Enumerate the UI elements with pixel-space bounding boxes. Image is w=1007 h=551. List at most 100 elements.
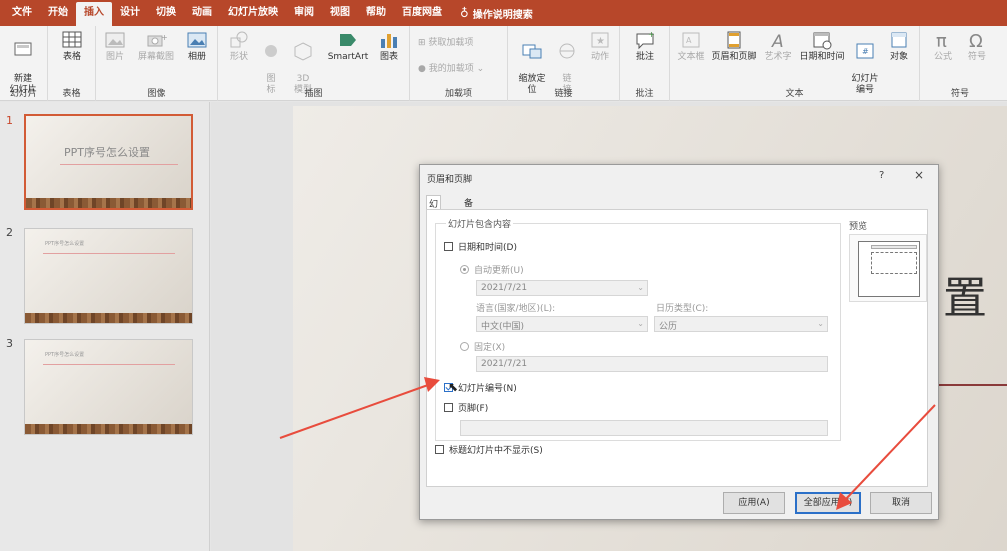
group-addins-label: 加载项: [444, 89, 472, 99]
menu-tab[interactable]: 切换: [148, 0, 184, 26]
group-text: A 文本框 页眉和页脚 A 艺术字 日期和时间 # 幻灯片 编号 对象 文本: [670, 26, 920, 101]
footer-text-field[interactable]: [460, 420, 828, 436]
apply-all-button[interactable]: 全部应用(Y): [795, 492, 861, 514]
date-time-checkbox[interactable]: 日期和时间(D): [444, 240, 517, 253]
tell-me-search[interactable]: 操作说明搜索: [473, 6, 533, 21]
slide-title-underline: [935, 384, 1007, 386]
slide-thumbnail-3[interactable]: PPT序号怎么设置: [24, 339, 193, 435]
omega-icon: Ω: [969, 31, 983, 50]
checkbox-icon: [444, 403, 453, 412]
thumb-divider: [60, 164, 178, 165]
pictures-button[interactable]: 图片: [102, 30, 128, 63]
menu-tab[interactable]: 审阅: [286, 0, 322, 26]
preview-placeholder: [871, 252, 917, 274]
menu-tab[interactable]: 幻灯片放映: [220, 0, 286, 26]
my-addins-label: 我的加载项: [428, 64, 474, 74]
calendar-value: 公历: [659, 322, 678, 332]
preview-page: [858, 241, 920, 297]
object-icon: [891, 32, 907, 48]
thumb-wood-strip: [25, 313, 192, 323]
thumb-divider: [43, 364, 175, 365]
group-images-label: 图像: [147, 89, 166, 99]
menu-tab[interactable]: 百度网盘: [394, 0, 450, 26]
language-value: 中文(中国): [481, 322, 525, 332]
group-comments-label: 批注: [635, 89, 654, 99]
svg-text:★: ★: [596, 36, 605, 47]
group-legend: 幻灯片包含内容: [446, 217, 514, 230]
thumb-title: PPT序号怎么设置: [64, 146, 150, 159]
album-button[interactable]: 相册: [182, 30, 212, 63]
equation-button[interactable]: π 公式: [928, 30, 958, 63]
cancel-button[interactable]: 取消: [870, 492, 932, 514]
slide-thumbnail-2[interactable]: PPT序号怎么设置: [24, 228, 193, 324]
menu-bar: 文件 开始 插入 设计 切换 动画 幻灯片放映 审阅 视图 帮助 百度网盘 ♁ 操作说明搜索: [0, 0, 1007, 26]
svg-text:Ω: Ω: [969, 31, 983, 50]
calendar-select[interactable]: 公历 ⌄: [654, 316, 828, 332]
screenshot-label: 屏幕截图: [137, 52, 174, 62]
group-slides: 新建 幻灯片 幻灯片: [0, 26, 48, 101]
pictures-label: 图片: [105, 52, 124, 62]
language-label: 语言(国家/地区)(L):: [476, 304, 556, 314]
preview-box: [849, 234, 927, 302]
screenshot-button[interactable]: + 屏幕截图: [134, 30, 178, 63]
chart-button[interactable]: 图表: [374, 30, 404, 63]
group-links: 缩放定 位 链 接 ★ 动作 链接: [508, 26, 620, 101]
thumb-number: 3: [6, 337, 13, 350]
action-button[interactable]: ★ 动作: [586, 30, 614, 63]
fixed-radio[interactable]: 固定(X): [460, 340, 505, 353]
slide-thumbnail-1[interactable]: PPT序号怎么设置: [24, 114, 193, 210]
svg-text:π: π: [936, 31, 947, 50]
menu-tab[interactable]: 插入: [76, 2, 112, 26]
menu-tab[interactable]: 开始: [40, 0, 76, 26]
svg-text:+: +: [648, 30, 655, 39]
apply-button[interactable]: 应用(A): [723, 492, 785, 514]
menu-tab[interactable]: 设计: [112, 0, 148, 26]
shapes-button[interactable]: 形状: [226, 30, 252, 63]
chevron-down-icon: ⌄: [817, 319, 824, 328]
thumb-title: PPT序号怎么设置: [45, 241, 85, 247]
language-select[interactable]: 中文(中国) ⌄: [476, 316, 648, 332]
header-footer-button[interactable]: 页眉和页脚: [708, 30, 760, 63]
datetime-button[interactable]: 日期和时间: [796, 30, 848, 63]
slide-number-icon: #: [856, 43, 874, 59]
hide-on-title-slide-checkbox[interactable]: 标题幻灯片中不显示(S): [435, 443, 543, 456]
calendar-icon: [813, 32, 832, 50]
auto-update-radio[interactable]: 自动更新(U): [460, 263, 524, 276]
group-symbols: π 公式 Ω 符号 符号: [920, 26, 1000, 101]
help-button[interactable]: ?: [879, 170, 884, 181]
menu-tab[interactable]: 视图: [322, 0, 358, 26]
object-button[interactable]: 对象: [884, 30, 914, 63]
group-images: 图片 + 屏幕截图 相册 图像: [96, 26, 218, 101]
shapes-icon: [230, 31, 248, 48]
wordart-label: 艺术字: [764, 52, 792, 62]
slide-include-group: 幻灯片包含内容 日期和时间(D) 自动更新(U) 2021/7/21 ⌄ 语言(国…: [435, 217, 841, 441]
symbol-button[interactable]: Ω 符号: [962, 30, 992, 63]
svg-text:#: #: [862, 47, 869, 56]
equation-label: 公式: [933, 52, 952, 62]
table-button[interactable]: 表格: [56, 30, 88, 63]
my-addins-button[interactable]: ● 我的加载项 ⌄: [418, 64, 504, 75]
menu-tab[interactable]: 帮助: [358, 0, 394, 26]
fixed-date-field[interactable]: 2021/7/21: [476, 356, 828, 372]
comment-button[interactable]: + 批注: [630, 30, 660, 63]
thumb-title: PPT序号怎么设置: [45, 352, 85, 358]
menu-tab[interactable]: 文件: [4, 0, 40, 26]
get-addins-label: 获取加载项: [428, 38, 474, 48]
preview-label: 预览: [849, 222, 868, 232]
smartart-button[interactable]: SmartArt: [324, 30, 372, 63]
close-button[interactable]: ×: [914, 168, 924, 182]
get-addins-button[interactable]: ⊞ 获取加载项: [418, 38, 504, 49]
checkbox-icon: [444, 242, 453, 251]
menu-tab[interactable]: 动画: [184, 0, 220, 26]
svg-text:A: A: [771, 32, 784, 50]
calendar-label: 日历类型(C):: [656, 304, 709, 314]
wordart-button[interactable]: A 艺术字: [762, 30, 794, 63]
slide-thumbnail-pane: 1 PPT序号怎么设置 2 PPT序号怎么设置 3 PPT序号怎么设置: [0, 102, 210, 551]
footer-checkbox[interactable]: 页脚(F): [444, 401, 488, 414]
textbox-button[interactable]: A 文本框: [676, 30, 706, 63]
svg-text:A: A: [686, 36, 692, 45]
group-illustrations: 形状 图 标 3D 模型 SmartArt 图表 插图: [218, 26, 410, 101]
auto-update-date-select[interactable]: 2021/7/21 ⌄: [476, 280, 648, 296]
group-symbols-label: 符号: [950, 89, 969, 99]
datetime-label: 日期和时间: [799, 52, 845, 62]
